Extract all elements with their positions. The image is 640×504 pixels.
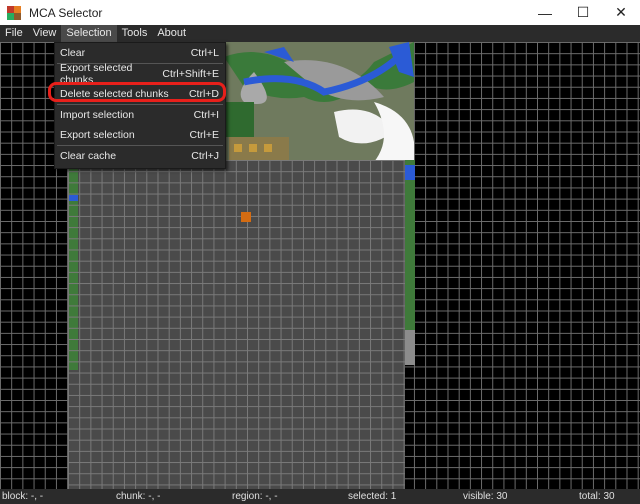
status-selected: selected: 1 xyxy=(348,491,397,502)
menu-about[interactable]: About xyxy=(152,25,191,42)
region-grid xyxy=(68,160,405,489)
menu-item-shortcut: Ctrl+I xyxy=(193,109,219,121)
selection-dropdown: Clear Ctrl+L Export selected chunks Ctrl… xyxy=(54,42,226,169)
menu-item-label: Export selection xyxy=(60,129,135,141)
menu-item-label: Clear xyxy=(60,47,86,59)
title-bar: MCA Selector — ☐ ✕ xyxy=(0,0,640,25)
maximize-button[interactable]: ☐ xyxy=(564,0,602,25)
status-visible: visible: 30 xyxy=(463,491,508,502)
status-region: region: -, - xyxy=(232,491,278,502)
selected-chunk[interactable] xyxy=(241,212,251,222)
minimize-button[interactable]: — xyxy=(526,0,564,25)
menu-item-shortcut: Ctrl+Shift+E xyxy=(162,68,219,80)
status-block: block: -, - xyxy=(2,491,44,502)
close-button[interactable]: ✕ xyxy=(602,0,640,25)
terrain-image xyxy=(224,42,414,162)
menu-file[interactable]: File xyxy=(0,25,28,42)
menu-item-shortcut: Ctrl+J xyxy=(191,150,219,162)
terrain-right xyxy=(405,160,415,365)
terrain-top xyxy=(224,42,414,162)
menu-tools[interactable]: Tools xyxy=(117,25,153,42)
status-chunk: chunk: -, - xyxy=(116,491,161,502)
menu-item-label: Clear cache xyxy=(60,150,117,162)
app-icon xyxy=(7,5,21,20)
highlight-annotation xyxy=(48,82,226,102)
status-total: total: 30 xyxy=(579,491,615,502)
menu-view[interactable]: View xyxy=(28,25,62,42)
menu-bar: File View Selection Tools About xyxy=(0,25,640,42)
menu-item-import-selection[interactable]: Import selection Ctrl+I xyxy=(55,105,225,125)
menu-item-clear[interactable]: Clear Ctrl+L xyxy=(55,43,225,63)
menu-item-shortcut: Ctrl+L xyxy=(190,47,219,59)
menu-item-export-selected-chunks[interactable]: Export selected chunks Ctrl+Shift+E xyxy=(55,62,225,86)
menu-item-export-selection[interactable]: Export selection Ctrl+E xyxy=(55,125,225,145)
window-title: MCA Selector xyxy=(29,5,103,20)
status-bar: block: -, - chunk: -, - region: -, - sel… xyxy=(0,489,640,504)
menu-item-label: Import selection xyxy=(60,109,135,121)
menu-item-shortcut: Ctrl+E xyxy=(189,129,219,141)
menu-selection[interactable]: Selection xyxy=(61,25,117,42)
menu-item-clear-cache[interactable]: Clear cache Ctrl+J xyxy=(55,146,225,166)
